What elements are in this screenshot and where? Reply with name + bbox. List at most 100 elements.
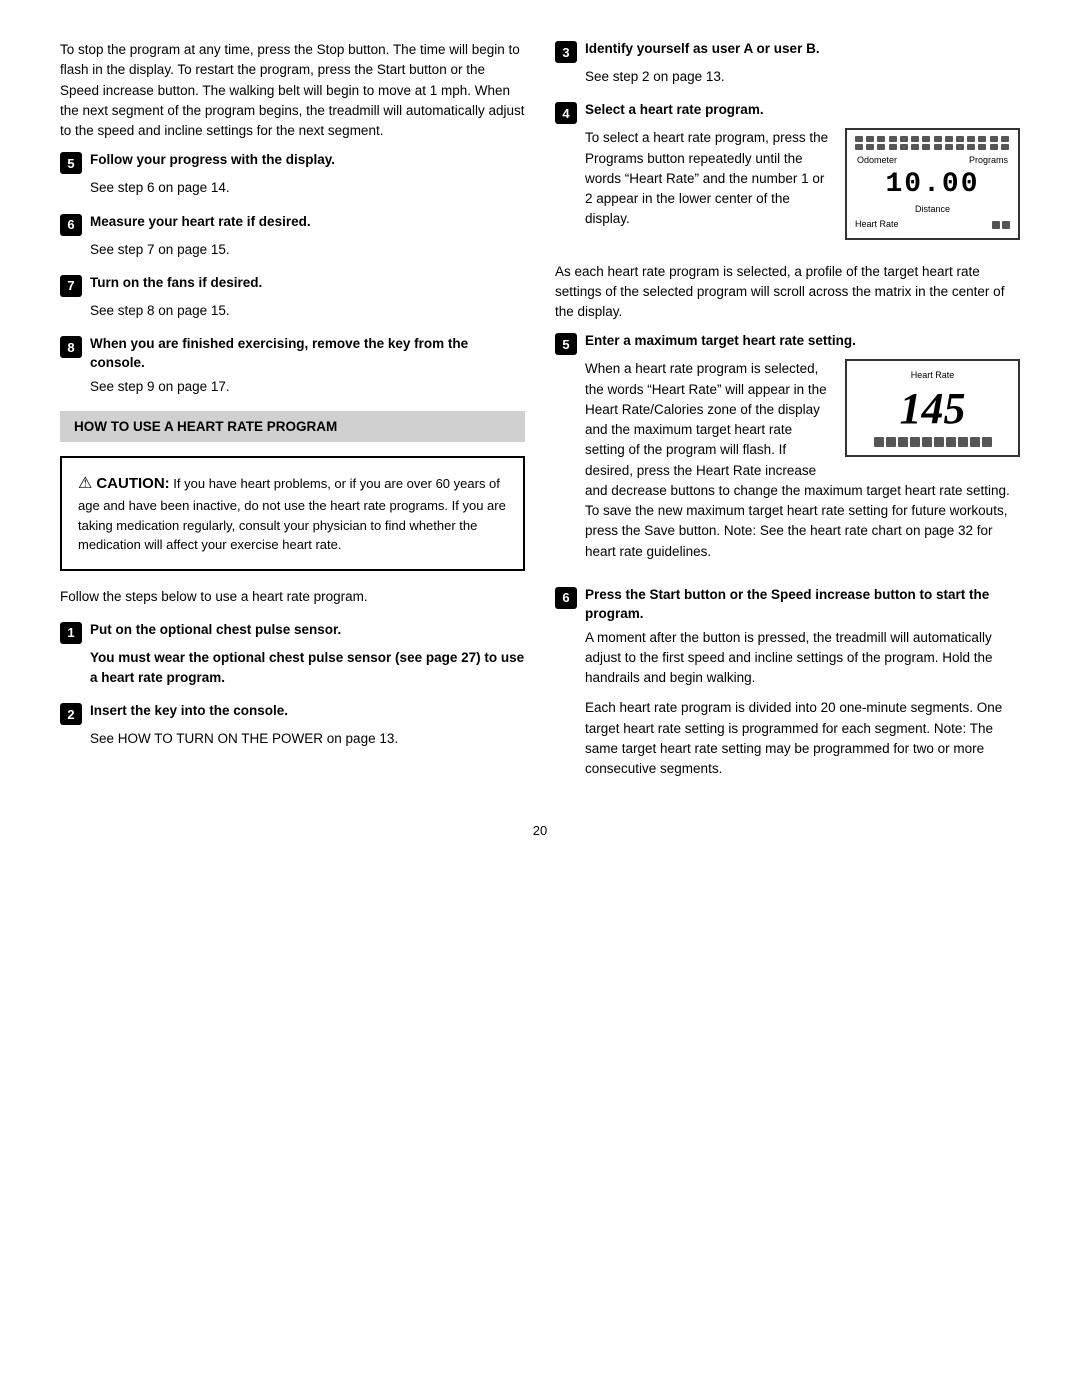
bar-seg (898, 437, 908, 447)
r-step-3-body: See step 2 on page 13. (555, 67, 1020, 87)
caution-triangle-icon: ⚠ (78, 475, 92, 492)
step-7-title: Turn on the fans if desired. (90, 274, 262, 293)
step-7-number: 7 (60, 275, 82, 297)
display2-bars (857, 437, 1008, 447)
matrix-dot (866, 144, 874, 150)
r-step-3-header: 3 Identify yourself as user A or user B. (555, 40, 1020, 63)
hr-seg (1002, 221, 1010, 229)
matrix-dot (900, 144, 908, 150)
r-step-6-body: A moment after the button is pressed, th… (555, 628, 1020, 780)
bar-seg (946, 437, 956, 447)
bar-seg (910, 437, 920, 447)
matrix-dot (1001, 144, 1009, 150)
how-to-box: HOW TO USE A HEART RATE PROGRAM (60, 411, 525, 442)
matrix-dot (956, 144, 964, 150)
matrix-dot (889, 144, 897, 150)
step-7-body: See step 8 on page 15. (60, 301, 525, 321)
r-step-3-block: 3 Identify yourself as user A or user B.… (555, 40, 1020, 87)
chest-sensor-bold-text: You must wear the optional chest pulse s… (90, 648, 525, 689)
hr-step-2-body: See HOW TO TURN ON THE POWER on page 13. (60, 729, 525, 749)
matrix-dot (978, 144, 986, 150)
matrix-dot (990, 144, 998, 150)
display2-label: Heart Rate (857, 369, 1008, 383)
matrix-dot (877, 144, 885, 150)
r-step-5-title: Enter a maximum target heart rate settin… (585, 332, 856, 351)
display2-number: 145 (857, 387, 1008, 431)
step-8-block: 8 When you are finished exercising, remo… (60, 335, 525, 397)
programs-label: Programs (969, 154, 1008, 168)
display-digits: 10.00 (855, 170, 1010, 201)
display-image-2: Heart Rate 145 (845, 359, 1020, 457)
step-6-body: See step 7 on page 15. (60, 240, 525, 260)
matrix-dot (990, 136, 998, 142)
step-8-number: 8 (60, 336, 82, 358)
bar-seg (982, 437, 992, 447)
hr-step-1-header: 1 Put on the optional chest pulse sensor… (60, 621, 525, 644)
r-step-6-header: 6 Press the Start button or the Speed in… (555, 586, 1020, 624)
matrix-dot (1001, 136, 1009, 142)
r-step-6-title: Press the Start button or the Speed incr… (585, 586, 1020, 624)
bar-seg (886, 437, 896, 447)
matrix-dot (855, 144, 863, 150)
display-bottom-row: Heart Rate (855, 218, 1010, 232)
display-top-labels: Odometer Programs (855, 154, 1010, 168)
step-5-title: Follow your progress with the display. (90, 151, 335, 170)
follow-steps-para: Follow the steps below to use a heart ra… (60, 587, 525, 607)
caution-box: ⚠CAUTION: If you have heart problems, or… (60, 456, 525, 571)
matrix-dot (855, 136, 863, 142)
step-7-block: 7 Turn on the fans if desired. See step … (60, 274, 525, 321)
r-step-5-header: 5 Enter a maximum target heart rate sett… (555, 332, 1020, 355)
hr-step-1-body: You must wear the optional chest pulse s… (60, 648, 525, 689)
bar-seg (874, 437, 884, 447)
matrix-dot (967, 144, 975, 150)
intro-paragraph: To stop the program at any time, press t… (60, 40, 525, 141)
display-matrix (855, 136, 1010, 150)
hr-step-2-header: 2 Insert the key into the console. (60, 702, 525, 725)
profile-paragraph: As each heart rate program is selected, … (555, 262, 1020, 323)
step-6-number: 6 (60, 214, 82, 236)
r-step-3-title: Identify yourself as user A or user B. (585, 40, 820, 59)
step-5-body: See step 6 on page 14. (60, 178, 525, 198)
bar-seg (958, 437, 968, 447)
odometer-label: Odometer (857, 154, 897, 168)
bar-seg (970, 437, 980, 447)
matrix-dot (877, 136, 885, 142)
page-number: 20 (60, 823, 1020, 838)
matrix-dot (956, 136, 964, 142)
matrix-dot (945, 136, 953, 142)
left-column: To stop the program at any time, press t… (60, 40, 525, 793)
step-6-block: 6 Measure your heart rate if desired. Se… (60, 213, 525, 260)
step-6-header: 6 Measure your heart rate if desired. (60, 213, 525, 236)
page-container: To stop the program at any time, press t… (60, 40, 1020, 838)
r-step-4-number: 4 (555, 102, 577, 124)
display-box-1: Odometer Programs 10.00 Distance Heart R… (845, 128, 1020, 239)
matrix-dot (911, 136, 919, 142)
hr-step-1-number: 1 (60, 622, 82, 644)
r-step-6-text1: A moment after the button is pressed, th… (585, 628, 1020, 689)
r-step-6-text2: Each heart rate program is divided into … (585, 698, 1020, 779)
r-step-4-header: 4 Select a heart rate program. (555, 101, 1020, 124)
step-8-body: See step 9 on page 17. (60, 377, 525, 397)
r-step-6-number: 6 (555, 587, 577, 609)
step-8-title: When you are finished exercising, remove… (90, 335, 525, 373)
matrix-dot (934, 136, 942, 142)
step-7-header: 7 Turn on the fans if desired. (60, 274, 525, 297)
r-step-5-number: 5 (555, 333, 577, 355)
hr-step-2-number: 2 (60, 703, 82, 725)
distance-label: Distance (855, 203, 1010, 217)
r-step-3-number: 3 (555, 41, 577, 63)
caution-title: CAUTION: (96, 475, 169, 492)
matrix-dot (911, 144, 919, 150)
hr-step-2-title: Insert the key into the console. (90, 702, 288, 721)
r-step-4-block: 4 Select a heart rate program. (555, 101, 1020, 247)
hr-step-2-block: 2 Insert the key into the console. See H… (60, 702, 525, 749)
r-step-6-block: 6 Press the Start button or the Speed in… (555, 586, 1020, 780)
r-step-4-title: Select a heart rate program. (585, 101, 764, 120)
hr-seg (992, 221, 1000, 229)
matrix-dot (945, 144, 953, 150)
matrix-dot (889, 136, 897, 142)
matrix-dot (900, 136, 908, 142)
matrix-dot (978, 136, 986, 142)
r-step-5-body: Heart Rate 145 (555, 359, 1020, 562)
matrix-dot (967, 136, 975, 142)
